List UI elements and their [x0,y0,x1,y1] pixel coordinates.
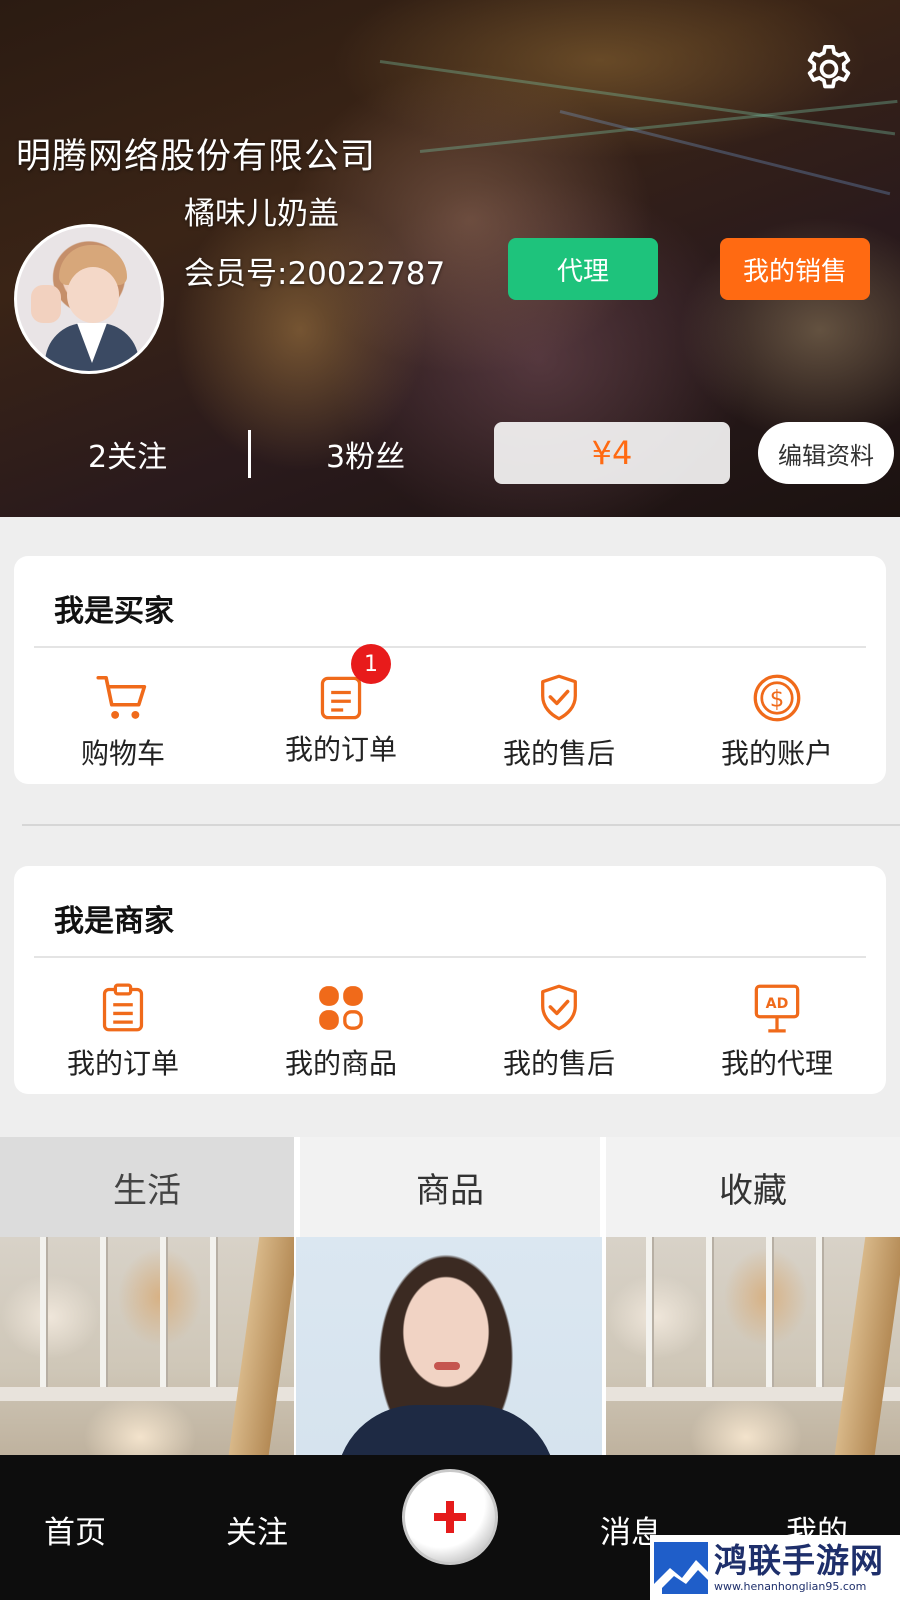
svg-text:$: $ [770,687,785,713]
section-separator [22,824,900,826]
order-list-icon [320,676,362,720]
notification-badge: 1 [351,644,391,684]
watermark-logo [654,1541,708,1594]
my-account-button[interactable]: $ 我的账户 [668,656,886,776]
user-nickname: 橘味儿奶盖 [184,196,339,232]
grid-item-label: 我的订单 [284,733,397,766]
ad-board-icon: AD [754,984,800,1033]
divider [34,956,866,958]
grid-item-label: 我的订单 [66,1047,179,1080]
background-light-beam [559,110,891,196]
nav-home[interactable]: 首页 [44,1507,106,1552]
shopping-cart-button[interactable]: 购物车 [14,656,232,776]
stats-divider [248,430,251,478]
profile-header: 明腾网络股份有限公司 橘味儿奶盖 会员号:20022787 代理 我的销售 2关… [0,0,900,517]
background-light-beam [419,99,898,153]
seller-after-sales-button[interactable]: 我的售后 [450,966,668,1086]
svg-text:AD: AD [766,996,789,1012]
balance-display[interactable]: ¥4 [494,422,730,484]
site-watermark: 鸿联手游网 www.henanhonglian95.com [650,1535,900,1600]
shopping-cart-icon [96,675,147,719]
plus-icon [434,1501,466,1533]
nav-follow[interactable]: 关注 [226,1507,288,1552]
seller-orders-button[interactable]: 我的订单 [14,966,232,1086]
grid-item-label: 我的代理 [720,1047,833,1080]
post-thumbnail[interactable] [0,1237,294,1455]
section-title: 我是买家 [54,594,174,629]
my-sales-button[interactable]: 我的销售 [720,238,870,300]
section-title: 我是商家 [54,904,174,939]
clipboard-icon [102,983,144,1032]
settings-button[interactable] [800,40,858,98]
tab-products[interactable]: 商品 [300,1137,600,1237]
post-thumbnail[interactable] [296,1237,602,1455]
grid-item-label: 我的售后 [502,1047,615,1080]
tab-life[interactable]: 生活 [0,1137,294,1237]
watermark-url: www.henanhonglian95.com [714,1580,867,1593]
seller-section: 我是商家 我的订单 我的商品 我的售后 AD 我的代理 [14,866,886,1094]
edit-profile-button[interactable]: 编辑资料 [758,422,894,484]
avatar[interactable] [14,224,164,374]
buyer-section: 我是买家 购物车 1 我的订单 我的售后 $ 我的账户 [14,556,886,784]
content-tabs: 生活 商品 收藏 [0,1137,900,1237]
member-id: 会员号:20022787 [184,256,446,292]
after-sales-button[interactable]: 我的售后 [450,656,668,776]
grid-item-label: 我的账户 [720,737,833,770]
fans-count[interactable]: 3粉丝 [326,432,405,476]
shield-check-icon [541,984,577,1031]
dollar-coin-icon: $ [753,674,801,722]
watermark-title: 鸿联手游网 [714,1541,884,1580]
create-post-button[interactable] [402,1469,498,1565]
shield-check-icon [541,674,577,721]
grid-apps-icon [319,986,363,1030]
post-thumbnail[interactable] [606,1237,900,1455]
my-orders-button[interactable]: 1 我的订单 [232,644,450,776]
agent-button[interactable]: 代理 [508,238,658,300]
grid-item-label: 我的商品 [284,1047,397,1080]
company-name: 明腾网络股份有限公司 [16,137,377,177]
following-count[interactable]: 2关注 [88,432,167,476]
my-agency-button[interactable]: AD 我的代理 [668,966,886,1086]
grid-item-label: 购物车 [80,737,165,770]
tab-favorites[interactable]: 收藏 [606,1137,900,1237]
grid-item-label: 我的售后 [502,737,615,770]
my-products-button[interactable]: 我的商品 [232,966,450,1086]
divider [34,646,866,648]
gear-icon [807,44,851,89]
content-grid [0,1237,900,1455]
